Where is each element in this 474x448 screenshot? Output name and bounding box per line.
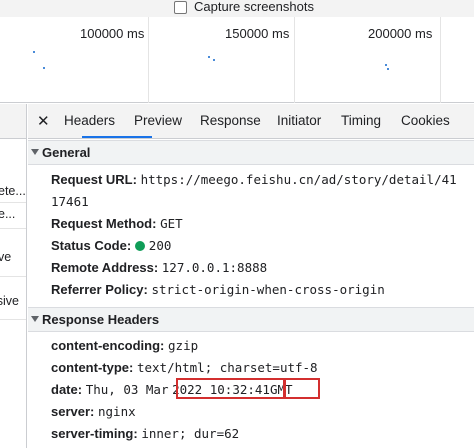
timeline-gridline: [294, 17, 295, 103]
timeline-label: 200000 ms: [368, 26, 433, 41]
timeline-dot: [387, 68, 389, 70]
header-key: server-timing:: [51, 426, 138, 441]
chevron-down-icon: [31, 316, 39, 322]
header-key: Request URL:: [51, 172, 137, 187]
timeline-dot: [208, 56, 210, 58]
tab-cookies[interactable]: Cookies: [401, 113, 450, 128]
request-details-panel: ✕ Headers Preview Response Initiator Tim…: [28, 104, 474, 448]
capture-bar: Capture screenshots: [0, 0, 474, 17]
header-value: gzip: [168, 338, 199, 353]
divider: [0, 202, 26, 203]
details-tab-bar: ✕ Headers Preview Response Initiator Tim…: [28, 104, 474, 139]
header-row-server-timing: server-timing: inner; dur=62: [51, 426, 239, 441]
tab-headers[interactable]: Headers: [64, 113, 115, 128]
divider: [0, 319, 26, 320]
timeline-dot: [33, 51, 35, 53]
header-row-content-encoding: content-encoding: gzip: [51, 338, 198, 353]
header-row-referrer: Referrer Policy: strict-origin-when-cros…: [51, 282, 385, 297]
tab-preview[interactable]: Preview: [134, 113, 182, 128]
divider: [0, 276, 26, 277]
timeline-gridline: [148, 17, 149, 103]
timeline-dot: [385, 64, 387, 66]
section-title: Response Headers: [42, 312, 160, 327]
tab-initiator[interactable]: Initiator: [277, 113, 321, 128]
request-list-item[interactable]: ve: [0, 250, 11, 264]
header-value: 200: [148, 238, 172, 253]
divider: [0, 228, 26, 229]
header-key: Referrer Policy:: [51, 282, 148, 297]
active-tab-indicator: [82, 136, 152, 138]
header-key: Request Method:: [51, 216, 157, 231]
request-list-item[interactable]: isive: [0, 294, 19, 308]
status-ok-icon: [134, 241, 145, 251]
header-value: GET: [160, 216, 183, 231]
header-row-request-url: Request URL: https://meego.feishu.cn/ad/…: [51, 172, 457, 187]
request-list-item[interactable]: ete...: [0, 184, 26, 198]
header-key: Status Code:: [51, 238, 132, 253]
header-value: 17461: [51, 194, 89, 209]
timeline-label: 100000 ms: [80, 26, 145, 41]
header-value: nginx: [98, 404, 136, 419]
capture-checkbox[interactable]: [174, 0, 187, 14]
header-value: https://meego.feishu.cn/ad/story/detail/…: [140, 172, 457, 187]
chevron-down-icon: [31, 149, 39, 155]
timezone-highlight-box: [284, 378, 320, 399]
tab-timing[interactable]: Timing: [341, 113, 381, 128]
header-key: Remote Address:: [51, 260, 159, 275]
header-row-request-url-cont: 17461: [51, 194, 89, 209]
header-key: content-encoding:: [51, 338, 165, 353]
request-list-item[interactable]: e...: [0, 207, 15, 221]
response-headers-section-header[interactable]: Response Headers: [28, 307, 474, 332]
time-highlight-box: [176, 378, 285, 399]
timeline-dot: [213, 59, 215, 61]
timeline-dot: [43, 67, 45, 69]
capture-label: Capture screenshots: [194, 0, 314, 14]
tab-response[interactable]: Response: [200, 113, 261, 128]
header-value: text/html; charset=utf-8: [136, 360, 318, 375]
header-value: Thu, 03 Mar: [85, 382, 169, 397]
general-section-header[interactable]: General: [28, 140, 474, 165]
header-row-content-type: content-type: text/html; charset=utf-8: [51, 360, 318, 375]
header-row-status: Status Code: 200: [51, 238, 171, 253]
header-value: inner; dur=62: [141, 426, 240, 441]
timeline-gridline: [440, 17, 441, 103]
header-row-remote: Remote Address: 127.0.0.1:8888: [51, 260, 267, 275]
header-key: date:: [51, 382, 83, 397]
request-list-header: [0, 104, 26, 139]
header-row-server: server: nginx: [51, 404, 136, 419]
timeline-overview[interactable]: 100000 ms 150000 ms 200000 ms: [0, 17, 474, 103]
section-title: General: [42, 145, 91, 160]
timeline-label: 150000 ms: [225, 26, 290, 41]
close-icon[interactable]: ✕: [37, 112, 50, 130]
header-value: 127.0.0.1:8888: [161, 260, 268, 275]
header-row-method: Request Method: GET: [51, 216, 183, 231]
header-value: strict-origin-when-cross-origin: [151, 282, 385, 297]
request-list: ete... e... ve isive: [0, 104, 27, 448]
capture-screenshots-toggle[interactable]: Capture screenshots: [174, 0, 314, 14]
header-key: content-type:: [51, 360, 134, 375]
header-key: server:: [51, 404, 95, 419]
